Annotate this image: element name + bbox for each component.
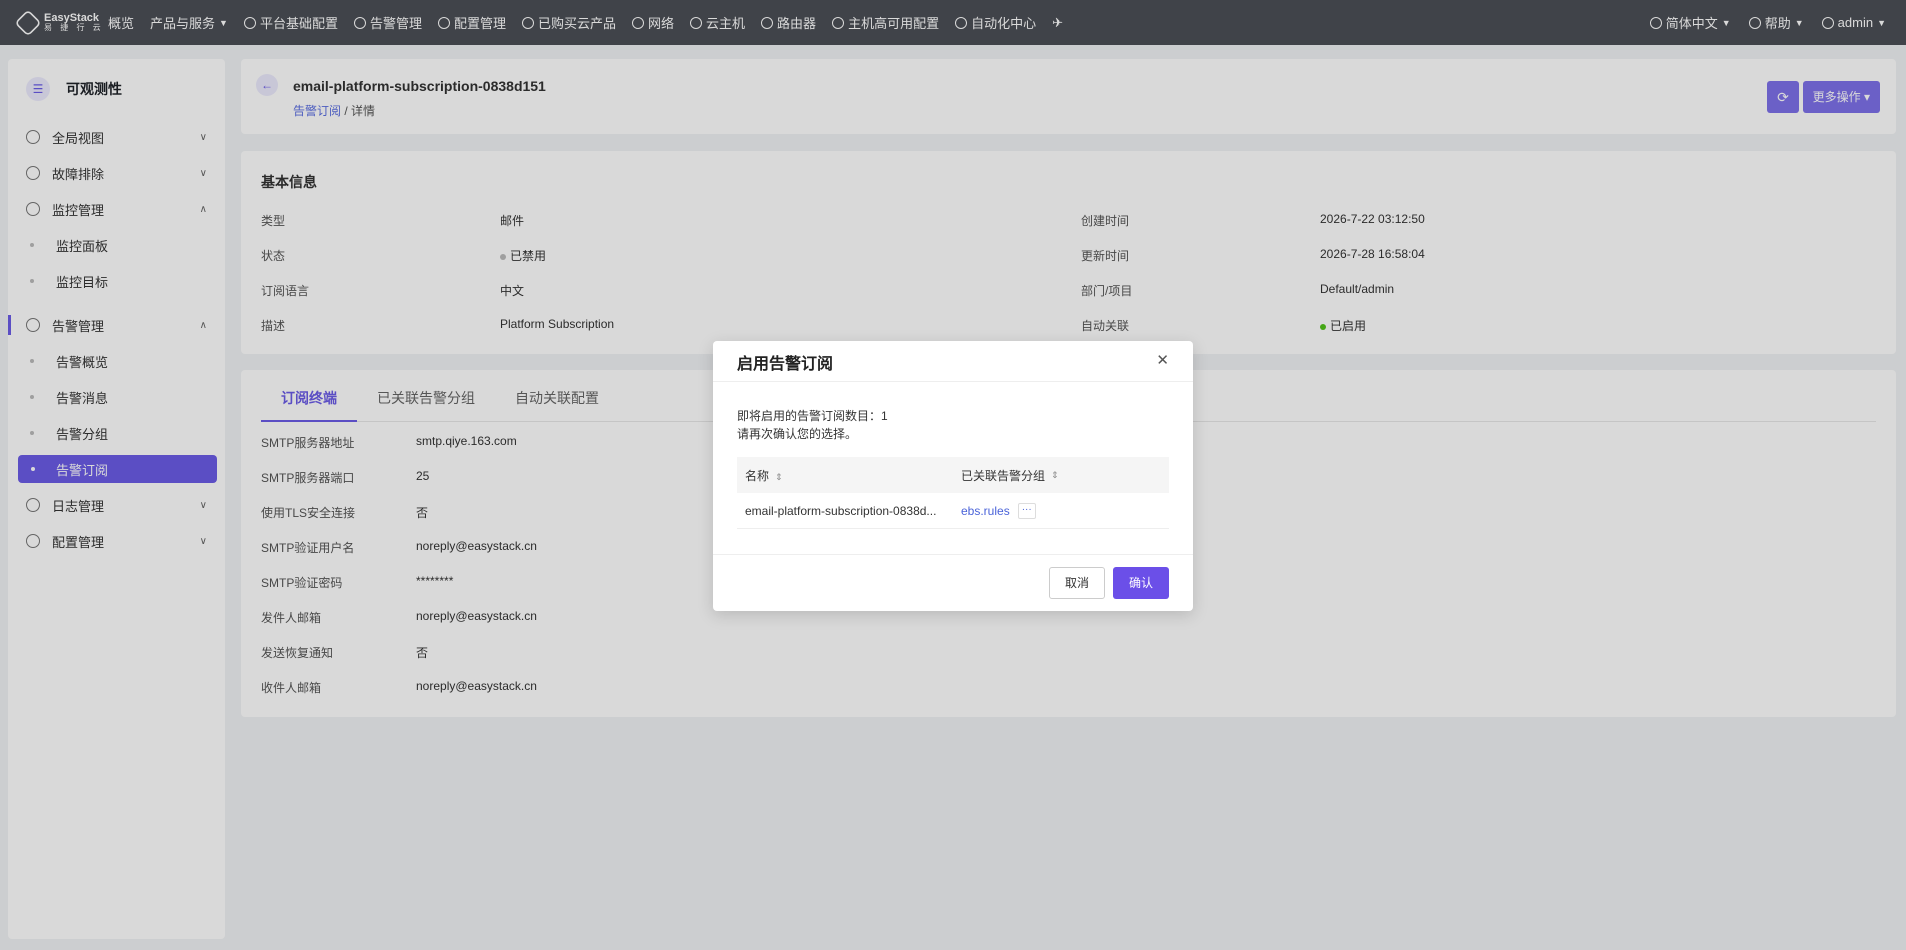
row-name: email-platform-subscription-0838d... <box>745 503 937 518</box>
col-linked-group[interactable]: 已关联告警分组 ⇕ <box>953 467 1169 484</box>
confirm-button[interactable]: 确认 <box>1113 567 1169 599</box>
table-header: 名称 ⇕ 已关联告警分组 ⇕ <box>737 457 1169 493</box>
col-name[interactable]: 名称 ⇕ <box>737 467 953 484</box>
dialog-title: 启用告警订阅 <box>737 356 834 373</box>
table-row: email-platform-subscription-0838d... ebs… <box>737 493 1169 529</box>
sort-icon[interactable]: ⇕ <box>1051 470 1059 481</box>
dialog-count-text: 即将启用的告警订阅数目：1 <box>737 409 888 423</box>
dialog-confirm-text: 请再次确认您的选择。 <box>737 427 858 441</box>
sort-icon[interactable]: ⇕ <box>775 472 783 482</box>
row-group: ebs.rules ··· <box>953 502 1169 519</box>
group-link[interactable]: ebs.rules <box>961 504 1010 518</box>
more-icon[interactable]: ··· <box>1017 502 1036 519</box>
enable-subscription-dialog: 启用告警订阅 ✕ 即将启用的告警订阅数目：1 请再次确认您的选择。 名称 ⇕ 已关… <box>713 341 1193 611</box>
divider <box>713 381 1193 382</box>
divider <box>713 554 1193 555</box>
cancel-button[interactable]: 取消 <box>1049 567 1105 599</box>
close-icon[interactable]: ✕ <box>1156 351 1169 369</box>
dialog-table: 名称 ⇕ 已关联告警分组 ⇕ email-platform-subscription… <box>737 457 1169 529</box>
